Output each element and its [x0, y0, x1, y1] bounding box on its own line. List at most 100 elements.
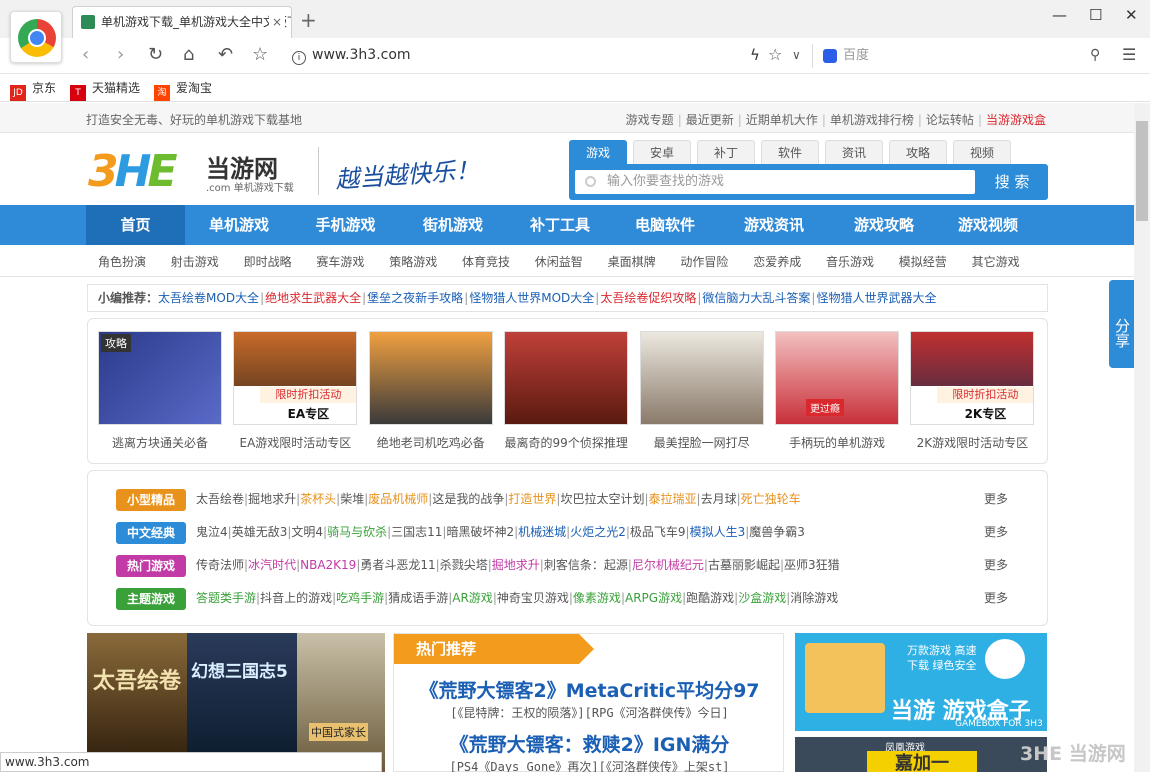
category-link[interactable]: 三国志11 [391, 525, 442, 539]
search-tab[interactable]: 软件 [761, 140, 819, 164]
category-link[interactable]: 尼尔机械纪元 [632, 558, 704, 572]
nav-item[interactable]: 游戏资讯 [718, 205, 830, 245]
category-link[interactable]: 吃鸡手游 [336, 591, 384, 605]
top-link[interactable]: 当游游戏盒 [986, 113, 1046, 127]
top-link[interactable]: 论坛转帖 [926, 113, 974, 127]
subnav-item[interactable]: 休闲益智 [535, 253, 583, 270]
nav-item[interactable]: 补丁工具 [508, 205, 612, 245]
favorite-icon[interactable]: ☆ [768, 45, 782, 64]
search-tab[interactable]: 游戏 [569, 140, 627, 164]
bookmark-jd[interactable]: JD 京东 [10, 80, 56, 101]
undo-icon[interactable]: ↶ [218, 44, 233, 65]
url-field[interactable]: i www.3h3.com [292, 47, 411, 65]
category-link[interactable]: 极品飞车9 [630, 525, 686, 539]
search-tab[interactable]: 视频 [953, 140, 1011, 164]
editor-link[interactable]: 怪物猎人世界MOD大全 [469, 291, 594, 305]
nav-item[interactable]: 游戏视频 [938, 205, 1038, 245]
category-link[interactable]: 太吾绘卷 [196, 492, 244, 506]
forward-icon[interactable]: › [117, 44, 124, 65]
top-link[interactable]: 单机游戏排行榜 [830, 113, 914, 127]
nav-item[interactable]: 首页 [86, 205, 185, 245]
category-label[interactable]: 主题游戏 [116, 587, 186, 610]
category-link[interactable]: 死亡独轮车 [741, 492, 801, 506]
nav-item[interactable]: 单机游戏 [185, 205, 293, 245]
gallery-caption[interactable]: 手柄玩的单机游戏 [775, 434, 899, 451]
gamebox-ad[interactable]: 万款游戏 高速下载 绿色安全 当游 游戏盒子 GAMEBOX FOR 3H3 [795, 633, 1047, 731]
category-link[interactable]: 骑马与砍杀 [327, 525, 387, 539]
gallery-item[interactable]: 更过瘾手柄玩的单机游戏 [775, 331, 899, 451]
category-link[interactable]: 传奇法师 [196, 558, 244, 572]
category-link[interactable]: 模拟人生3 [690, 525, 746, 539]
lightning-icon[interactable]: ϟ [750, 46, 760, 64]
category-link[interactable]: 魔兽争霸3 [749, 525, 805, 539]
gallery-caption[interactable]: EA游戏限时活动专区 [233, 434, 357, 451]
top-link[interactable]: 最近更新 [686, 113, 734, 127]
gallery-caption[interactable]: 绝地老司机吃鸡必备 [369, 434, 493, 451]
minimize-icon[interactable]: — [1052, 6, 1067, 24]
more-link[interactable]: 更多 [984, 586, 1008, 610]
category-link[interactable]: 英雄无敌3 [232, 525, 288, 539]
hot-sub-2[interactable]: [PS4《Days Gone》再次][《河洛群侠传》上架st] [394, 758, 785, 772]
category-link[interactable]: 冰汽时代 [248, 558, 296, 572]
category-link[interactable]: 暗黑破坏神2 [446, 525, 514, 539]
hot-headline-1[interactable]: 《荒野大镖客2》MetaCritic平均分97 [394, 676, 785, 703]
browser-tab[interactable]: 单机游戏下载_单机游戏大全中文版下载 × [72, 6, 292, 38]
gallery-image[interactable]: 攻略 [98, 331, 222, 425]
nav-item[interactable]: 手机游戏 [293, 205, 398, 245]
gallery-item[interactable]: 限时折扣活动 EA专区 EA游戏限时活动专区 [233, 331, 358, 451]
maximize-icon[interactable]: ☐ [1089, 6, 1102, 24]
category-link[interactable]: 废品机械师 [368, 492, 428, 506]
category-link[interactable]: 巫师3狂猎 [784, 558, 840, 572]
category-link[interactable]: 消除游戏 [790, 591, 838, 605]
category-link[interactable]: 答题类手游 [196, 591, 256, 605]
gallery-caption[interactable]: 最美捏脸一网打尽 [640, 434, 764, 451]
gallery-item[interactable]: 最美捏脸一网打尽 [639, 331, 764, 451]
category-link[interactable]: 勇者斗恶龙11 [360, 558, 435, 572]
nav-item[interactable]: 游戏攻略 [830, 205, 938, 245]
subnav-item[interactable]: 射击游戏 [171, 253, 219, 270]
hot-headline-2[interactable]: 《荒野大镖客：救赎2》IGN满分 [394, 730, 785, 757]
top-link[interactable]: 游戏专题 [626, 113, 674, 127]
site-logo[interactable]: 3HE 当游网 .com 单机游戏下载 [88, 147, 298, 197]
subnav-item[interactable]: 策略游戏 [389, 253, 437, 270]
category-link[interactable]: 抖音上的游戏 [260, 591, 332, 605]
category-link[interactable]: 古墓丽影崛起 [708, 558, 780, 572]
category-link[interactable]: 柴堆 [340, 492, 364, 506]
category-link[interactable]: 机械迷城 [518, 525, 566, 539]
category-link[interactable]: 刺客信条：起源 [544, 558, 628, 572]
gallery-item[interactable]: 限时折扣活动 2K专区 2K游戏限时活动专区 [910, 331, 1035, 451]
scrollbar[interactable] [1134, 103, 1150, 772]
chevron-down-icon[interactable]: ∨ [792, 48, 801, 62]
gallery-image[interactable] [504, 331, 629, 425]
reload-icon[interactable]: ↻ [148, 44, 163, 65]
close-window-icon[interactable]: ✕ [1125, 6, 1138, 24]
gallery-caption[interactable]: 2K游戏限时活动专区 [910, 434, 1034, 451]
category-label[interactable]: 中文经典 [116, 521, 186, 544]
search-tab[interactable]: 安卓 [633, 140, 691, 164]
category-link[interactable]: AR游戏 [452, 591, 493, 605]
category-link[interactable]: 掘地求升 [248, 492, 296, 506]
subnav-item[interactable]: 音乐游戏 [826, 253, 874, 270]
subnav-item[interactable]: 即时战略 [244, 253, 292, 270]
category-link[interactable]: 沙盒游戏 [738, 591, 786, 605]
menu-icon[interactable]: ☰ [1122, 45, 1136, 64]
category-link[interactable]: 泰拉瑞亚 [649, 492, 697, 506]
category-link[interactable]: 掘地求升 [492, 558, 540, 572]
gallery-item[interactable]: 绝地老司机吃鸡必备 [368, 331, 493, 451]
category-link[interactable]: 火炬之光2 [570, 525, 626, 539]
more-link[interactable]: 更多 [984, 520, 1008, 544]
site-search-input[interactable]: 输入你要查找的游戏 [575, 170, 975, 194]
gallery-image[interactable]: 更过瘾 [775, 331, 899, 425]
nav-item[interactable]: 街机游戏 [398, 205, 508, 245]
back-icon[interactable]: ‹ [82, 44, 89, 65]
category-link[interactable]: 这是我的战争 [432, 492, 504, 506]
search-tab[interactable]: 补丁 [697, 140, 755, 164]
category-link[interactable]: 茶杯头 [300, 492, 336, 506]
bookmark-taobao[interactable]: 淘爱淘宝 [154, 80, 212, 101]
search-button[interactable]: 搜 索 [977, 164, 1047, 200]
browser-logo-icon[interactable] [10, 11, 62, 63]
search-tab[interactable]: 资讯 [825, 140, 883, 164]
category-link[interactable]: 打造世界 [508, 492, 556, 506]
category-link[interactable]: 杀戮尖塔 [440, 558, 488, 572]
search-icon[interactable]: ⚲ [1090, 47, 1100, 63]
